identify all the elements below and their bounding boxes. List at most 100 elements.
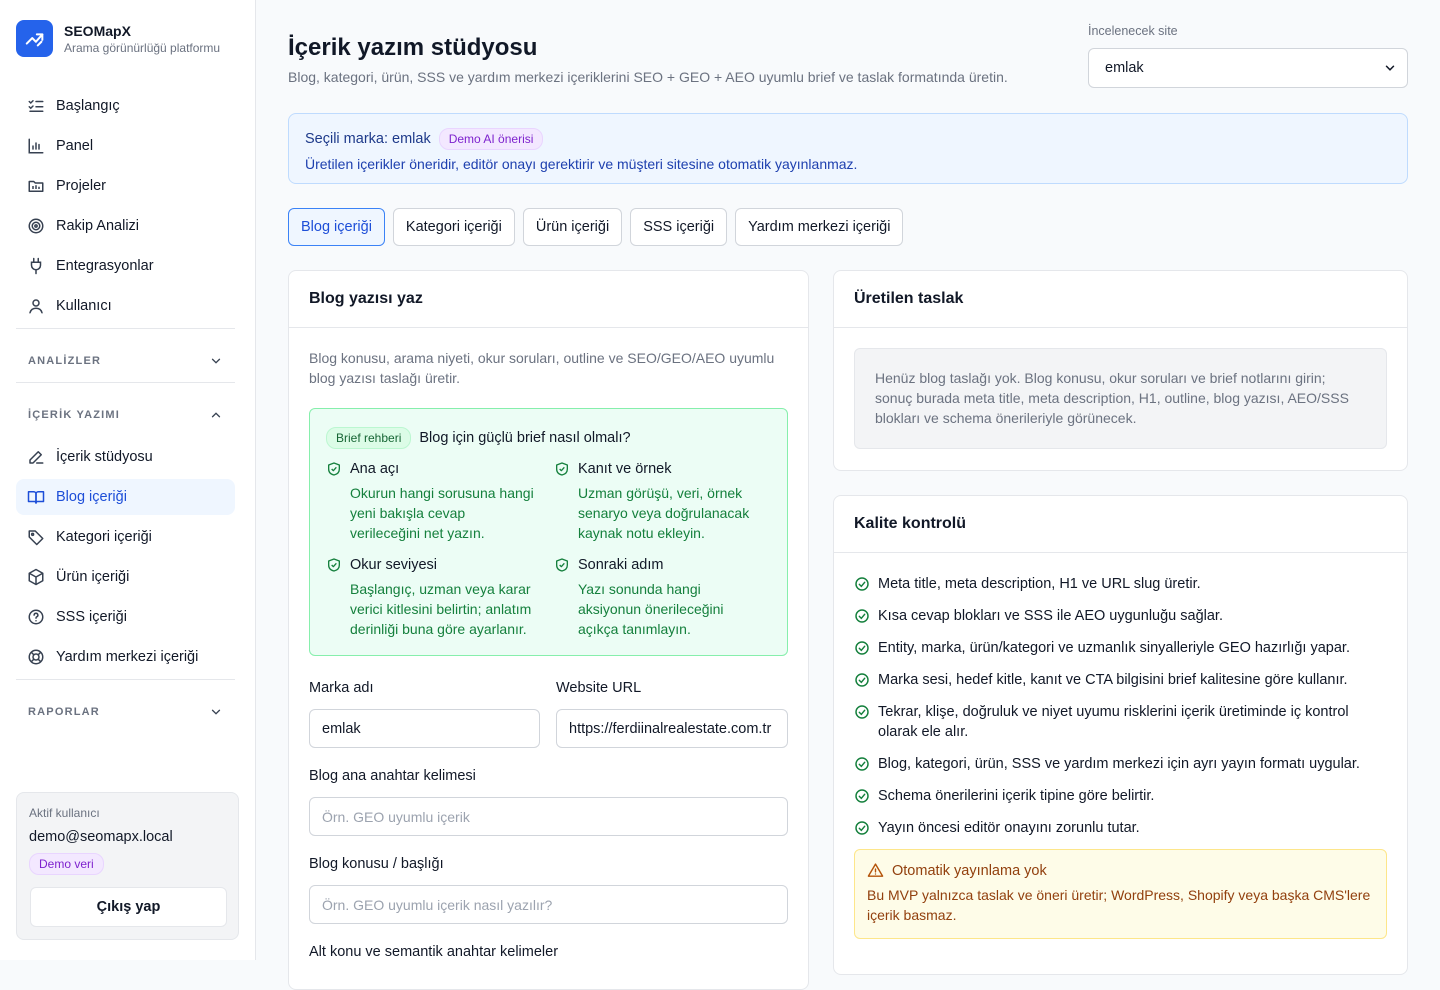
sidebar: SEOMapX Arama görünürlüğü platformu Başl…: [0, 0, 256, 960]
notice-title: Seçili marka: emlak: [305, 131, 431, 147]
topic-label: Blog konusu / başlığı: [309, 856, 444, 872]
sidebar-item-sss-icerigi[interactable]: SSS içeriği: [16, 599, 235, 635]
quality-item-text: Yayın öncesi editör onayını zorunlu tuta…: [878, 820, 1140, 836]
topic-input[interactable]: Örn. GEO uyumlu içerik nasıl yazılır?: [309, 885, 788, 924]
chevron-down-icon: [211, 709, 221, 715]
card-title: Kalite kontrolü: [834, 496, 1407, 553]
brand-name-label: Marka adı: [309, 680, 374, 696]
brief-guide-badge: Brief rehberi: [326, 427, 412, 449]
keyword-label: Blog ana anahtar kelimesi: [309, 768, 476, 784]
brand-name-input[interactable]: emlak: [309, 709, 540, 748]
guide-item: Ana açı Okurun hangi sorusuna hangi yeni…: [326, 459, 536, 543]
check-circle-icon: [855, 821, 869, 835]
sidebar-item-kullanici[interactable]: Kullanıcı: [16, 288, 235, 324]
logout-button[interactable]: Çıkış yap: [30, 887, 227, 927]
sidebar-item-label: İçerik stüdyosu: [56, 449, 153, 465]
brand-tagline: Arama görünürlüğü platformu: [64, 41, 221, 55]
quality-item-text: Marka sesi, hedef kitle, kanıt ve CTA bi…: [878, 672, 1348, 688]
tab-yardim-merkezi[interactable]: Yardım merkezi içeriği: [735, 208, 904, 246]
section-toggle-raporlar[interactable]: RAPORLAR: [16, 698, 235, 726]
section-toggle-analizler[interactable]: ANALİZLER: [16, 347, 235, 375]
book-icon: [27, 491, 45, 504]
tab-urun[interactable]: Ürün içeriği: [522, 208, 623, 246]
shield-check-icon: [328, 462, 340, 476]
draft-empty-state: Henüz blog taslağı yok. Blog konusu, oku…: [854, 348, 1387, 449]
check-circle-icon: [855, 641, 869, 655]
check-circle-icon: [855, 609, 869, 623]
guide-item-text: Okurun hangi sorusuna hangi yeni bakışla…: [350, 485, 534, 541]
tab-blog[interactable]: Blog içeriği: [288, 208, 385, 246]
guide-item: Kanıt ve örnek Uzman görüşü, veri, örnek…: [554, 459, 764, 543]
sidebar-item-label: Yardım merkezi içeriği: [56, 649, 199, 665]
active-user-panel: Aktif kullanıcı demo@seomapx.local Demo …: [16, 792, 239, 940]
warning-triangle-icon: [867, 863, 884, 877]
website-url-input[interactable]: https://ferdiinalrealestate.com.tr: [556, 709, 788, 748]
subtopic-label: Alt konu ve semantik anahtar kelimeler: [309, 944, 559, 960]
sidebar-item-yardim-merkezi[interactable]: Yardım merkezi içeriği: [16, 639, 235, 675]
chevron-up-icon: [211, 412, 221, 418]
card-title: Blog yazısı yaz: [289, 271, 808, 328]
quality-item-text: Tekrar, klişe, doğruluk ve niyet uyumu r…: [878, 704, 1349, 740]
sidebar-item-urun-icerigi[interactable]: Ürün içeriği: [16, 559, 235, 595]
tab-kategori[interactable]: Kategori içeriği: [392, 208, 515, 246]
sidebar-divider: [16, 382, 235, 383]
site-select-value: emlak: [1105, 60, 1144, 76]
sidebar-item-baslangic[interactable]: Başlangıç: [16, 88, 235, 124]
quality-item: Marka sesi, hedef kitle, kanıt ve CTA bi…: [854, 670, 1374, 690]
guide-item-text: Yazı sonunda hangi aksiyonun önerileceği…: [578, 581, 724, 637]
sidebar-item-entegrasyonlar[interactable]: Entegrasyonlar: [16, 248, 235, 284]
quality-item: Tekrar, klişe, doğruluk ve niyet uyumu r…: [854, 702, 1354, 742]
form-description: Blog konusu, arama niyeti, okur soruları…: [309, 350, 775, 386]
trend-logo-icon: [16, 20, 53, 57]
quality-item: Schema önerilerini içerik tipine göre be…: [854, 786, 1374, 806]
quality-item-text: Meta title, meta description, H1 ve URL …: [878, 576, 1201, 592]
demo-data-badge: Demo veri: [29, 853, 104, 875]
section-label: RAPORLAR: [28, 706, 100, 718]
pencil-icon: [29, 451, 44, 464]
sidebar-item-label: Başlangıç: [56, 98, 120, 114]
check-circle-icon: [855, 673, 869, 687]
sidebar-item-panel[interactable]: Panel: [16, 128, 235, 164]
page-title: İçerik yazım stüdyosu: [288, 34, 538, 61]
brief-guide: Brief rehberi Blog için güçlü brief nası…: [309, 408, 788, 656]
keyword-input[interactable]: Örn. GEO uyumlu içerik: [309, 797, 788, 836]
sidebar-divider: [16, 679, 235, 680]
section-label: İÇERİK YAZIMI: [28, 409, 121, 421]
sidebar-item-rakip-analizi[interactable]: Rakip Analizi: [16, 208, 235, 244]
guide-item: Sonraki adım Yazı sonunda hangi aksiyonu…: [554, 555, 764, 639]
tab-sss[interactable]: SSS içeriği: [630, 208, 728, 246]
question-icon: [28, 609, 44, 625]
website-url-label: Website URL: [556, 680, 642, 696]
guide-item-text: Başlangıç, uzman veya karar verici kitle…: [350, 581, 532, 637]
page-subtitle: Blog, kategori, ürün, SSS ve yardım merk…: [288, 69, 1008, 85]
shield-check-icon: [556, 558, 568, 572]
sidebar-item-label: Projeler: [56, 178, 106, 194]
quality-item: Entity, marka, ürün/kategori ve uzmanlık…: [854, 638, 1374, 658]
sidebar-item-kategori-icerigi[interactable]: Kategori içeriği: [16, 519, 235, 555]
sidebar-item-label: Entegrasyonlar: [56, 258, 154, 274]
quality-item-text: Kısa cevap blokları ve SSS ile AEO uygun…: [878, 608, 1223, 624]
section-toggle-icerik-yazimi[interactable]: İÇERİK YAZIMI: [16, 401, 235, 429]
site-select[interactable]: emlak: [1088, 48, 1408, 88]
user-icon: [29, 299, 43, 314]
quality-card: Kalite kontrolü Meta title, meta descrip…: [833, 495, 1408, 975]
content-type-tabs: Blog içeriği Kategori içeriği Ürün içeri…: [288, 208, 911, 246]
sidebar-divider: [16, 328, 235, 329]
check-circle-icon: [855, 577, 869, 591]
sidebar-item-label: Blog içeriği: [56, 489, 127, 505]
section-label: ANALİZLER: [28, 355, 102, 367]
chevron-down-icon: [211, 358, 221, 364]
sidebar-item-blog-icerigi[interactable]: Blog içeriği: [16, 479, 235, 515]
sidebar-item-label: Kategori içeriği: [56, 529, 152, 545]
sidebar-item-icerik-studyosu[interactable]: İçerik stüdyosu: [16, 439, 235, 475]
sidebar-item-label: Kullanıcı: [56, 298, 112, 314]
check-circle-icon: [855, 789, 869, 803]
notice-text: Üretilen içerikler öneridir, editör onay…: [305, 156, 858, 172]
brand[interactable]: SEOMapX Arama görünürlüğü platformu: [16, 20, 220, 57]
check-circle-icon: [855, 705, 869, 719]
draft-card: Üretilen taslak Henüz blog taslağı yok. …: [833, 270, 1408, 471]
blog-form-card: Blog yazısı yaz Blog konusu, arama niyet…: [288, 270, 809, 990]
shield-check-icon: [556, 462, 568, 476]
guide-item-title: Kanıt ve örnek: [578, 461, 672, 477]
sidebar-item-projeler[interactable]: Projeler: [16, 168, 235, 204]
